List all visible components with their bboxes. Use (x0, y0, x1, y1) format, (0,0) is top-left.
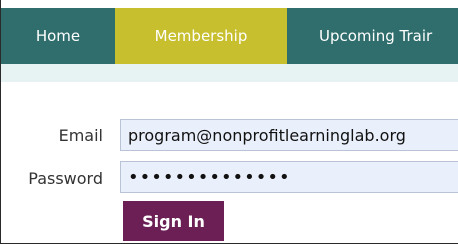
nav-item-upcoming-training[interactable]: Upcoming Trair (287, 8, 458, 64)
main-navigation: Home Membership Upcoming Trair (1, 8, 458, 64)
password-label: Password (28, 169, 103, 188)
nav-item-membership[interactable]: Membership (115, 8, 287, 64)
email-label: Email (58, 126, 103, 145)
sign-in-button[interactable]: Sign In (123, 201, 224, 241)
password-field[interactable] (120, 161, 458, 193)
sub-navigation-bar (1, 64, 458, 82)
nav-item-home[interactable]: Home (1, 8, 115, 64)
email-field[interactable] (120, 119, 458, 151)
